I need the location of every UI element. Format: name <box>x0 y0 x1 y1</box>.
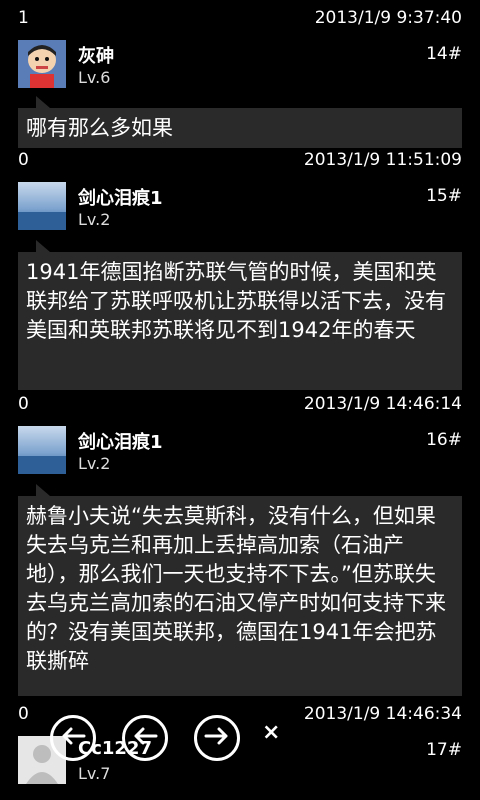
reply-count: 1 <box>18 8 29 28</box>
post-text: 赫鲁小夫说“失去莫斯科，没有什么，但如果失去乌克兰和再加上丢掉高加索（石油产地）… <box>26 504 446 673</box>
post-author[interactable]: 灰砷 Lv.6 14# <box>0 40 480 100</box>
arrow-right-icon <box>204 726 230 750</box>
floor-number: 16# <box>426 430 462 450</box>
post-author[interactable]: 剑心泪痕1 Lv.2 15# <box>0 182 480 242</box>
user-level: Lv.2 <box>78 454 111 473</box>
username[interactable]: 剑心泪痕1 <box>78 184 163 210</box>
reply-count: 0 <box>18 394 29 414</box>
arrow-left-icon <box>60 726 86 750</box>
reply-count: 0 <box>18 150 29 170</box>
post-meta: 0 2013/1/9 11:51:09 <box>0 150 480 172</box>
post-meta: 0 2013/1/9 14:46:14 <box>0 394 480 416</box>
post-text: 1941年德国掐断苏联气管的时候，美国和英联邦给了苏联呼吸机让苏联得以活下去，没… <box>26 260 446 342</box>
next-page-button[interactable] <box>194 715 240 761</box>
post-author[interactable]: 剑心泪痕1 Lv.2 16# <box>0 426 480 486</box>
back-button[interactable] <box>50 715 96 761</box>
post-content: 1941年德国掐断苏联气管的时候，美国和英联邦给了苏联呼吸机让苏联得以活下去，没… <box>18 240 462 390</box>
post-time: 2013/1/9 14:46:14 <box>303 394 462 414</box>
post-text: 哪有那么多如果 <box>26 116 173 140</box>
post-time: 2013/1/9 14:46:34 <box>303 704 462 724</box>
floor-number: 14# <box>426 44 462 64</box>
post-content: 哪有那么多如果 <box>18 96 462 148</box>
avatar[interactable] <box>18 426 66 474</box>
avatar[interactable] <box>18 182 66 230</box>
floor-number: 17# <box>426 740 462 760</box>
previous-page-button[interactable] <box>122 715 168 761</box>
post-meta: 1 2013/1/9 9:37:40 <box>0 8 480 30</box>
arrow-left-icon <box>132 726 158 750</box>
floor-number: 15# <box>426 186 462 206</box>
post-time: 2013/1/9 11:51:09 <box>303 150 462 170</box>
reply-count: 0 <box>18 704 29 724</box>
username[interactable]: 剑心泪痕1 <box>78 428 163 454</box>
post-time: 2013/1/9 9:37:40 <box>314 8 462 28</box>
username[interactable]: 灰砷 <box>78 42 114 68</box>
user-level: Lv.2 <box>78 210 111 229</box>
user-level: Lv.6 <box>78 68 111 87</box>
post-content: 赫鲁小夫说“失去莫斯科，没有什么，但如果失去乌克兰和再加上丢掉高加索（石油产地）… <box>18 484 462 696</box>
avatar[interactable] <box>18 40 66 88</box>
user-level: Lv.7 <box>78 764 111 783</box>
close-icon[interactable]: × <box>262 720 280 745</box>
